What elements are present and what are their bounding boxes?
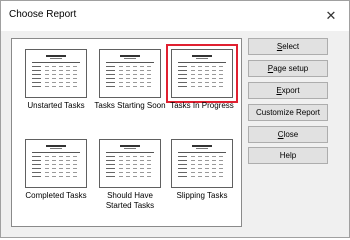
export-button[interactable]: Export	[248, 82, 328, 99]
report-thumbnail-icon	[25, 49, 87, 98]
report-label: Tasks In Progress	[170, 101, 234, 110]
report-tile-completed-tasks[interactable]: Completed Tasks	[20, 133, 92, 206]
report-thumbnail-icon	[25, 139, 87, 188]
customize-report-button[interactable]: Customize Report	[248, 104, 328, 121]
report-thumbnail-icon	[171, 139, 233, 188]
choose-report-dialog: Choose Report ✕ Unstarted Tasks Tasks St…	[0, 0, 350, 238]
page-setup-button[interactable]: Page setup	[248, 60, 328, 77]
close-icon[interactable]: ✕	[321, 6, 341, 26]
report-gallery: Unstarted Tasks Tasks Starting Soon Task…	[11, 38, 242, 227]
report-thumbnail-icon	[171, 49, 233, 98]
report-label: Slipping Tasks	[176, 191, 228, 200]
report-tile-should-have-started-tasks[interactable]: Should Have Started Tasks	[94, 133, 166, 210]
report-label: Should Have Started Tasks	[105, 191, 155, 210]
select-button[interactable]: Select	[248, 38, 328, 55]
help-button[interactable]: Help	[248, 147, 328, 164]
report-thumbnail-icon	[99, 49, 161, 98]
report-tile-tasks-starting-soon[interactable]: Tasks Starting Soon	[94, 43, 166, 116]
report-label: Completed Tasks	[25, 191, 87, 200]
dialog-title: Choose Report	[9, 9, 77, 20]
report-tile-unstarted-tasks[interactable]: Unstarted Tasks	[20, 43, 92, 116]
report-tile-tasks-in-progress[interactable]: Tasks In Progress	[166, 43, 238, 116]
title-bar: Choose Report ✕	[1, 1, 349, 31]
close-button[interactable]: Close	[248, 126, 328, 143]
report-tile-slipping-tasks[interactable]: Slipping Tasks	[166, 133, 238, 206]
report-thumbnail-icon	[99, 139, 161, 188]
